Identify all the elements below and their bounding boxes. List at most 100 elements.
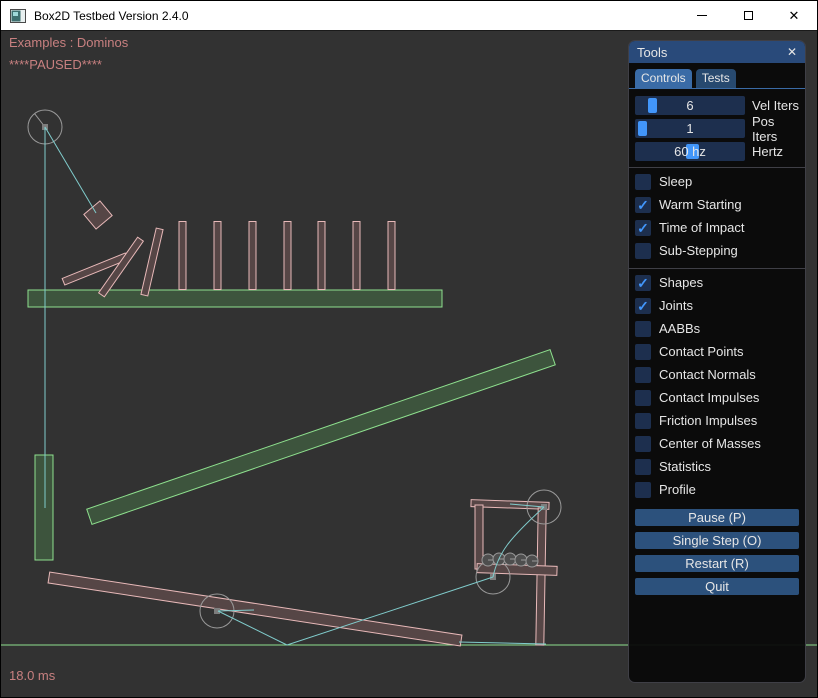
checkbox-contact-impulses[interactable] [635, 390, 651, 406]
panel-close-icon[interactable]: ✕ [787, 45, 797, 59]
check-row-friction-impulses: Friction Impulses [635, 409, 799, 432]
domino-3 [141, 228, 163, 296]
slider-value: 1 [635, 119, 745, 138]
ball-5 [526, 555, 538, 567]
pause-p-button[interactable]: Pause (P) [635, 509, 799, 526]
check-label: Shapes [659, 275, 703, 290]
check-label: Time of Impact [659, 220, 744, 235]
domino-platform [28, 290, 442, 307]
checkbox-contact-normals[interactable] [635, 367, 651, 383]
tools-panel: Tools ✕ ControlsTests 6 Vel Iters 1 Pos Ite… [628, 40, 806, 683]
tab-tests[interactable]: Tests [696, 69, 736, 88]
check-row-center-of-masses: Center of Masses [635, 432, 799, 455]
slider-value: 6 [635, 96, 745, 115]
check-icon: ✓ [637, 198, 649, 212]
checkbox-shapes[interactable]: ✓ [635, 275, 651, 291]
titlebar[interactable]: Box2D Testbed Version 2.4.0 ✕ [1, 1, 817, 31]
single-step-o-button[interactable]: Single Step (O) [635, 532, 799, 549]
slider-hertz[interactable]: 60 hz [635, 142, 745, 161]
checkbox-group-solver: Sleep ✓ Warm Starting ✓ Time of Impact Sub-St… [635, 170, 799, 262]
check-row-warm-starting: ✓ Warm Starting [635, 193, 799, 216]
simulation-canvas[interactable]: Examples : Dominos ****PAUSED**** 18.0 m… [1, 31, 817, 697]
slider-label: Vel Iters [752, 98, 799, 113]
domino-9 [353, 222, 360, 290]
checkbox-sub-stepping[interactable] [635, 243, 651, 259]
domino-5 [214, 222, 221, 290]
check-label: Friction Impulses [659, 413, 757, 428]
window-title: Box2D Testbed Version 2.4.0 [34, 9, 189, 23]
check-row-sub-stepping: Sub-Stepping [635, 239, 799, 262]
check-row-sleep: Sleep [635, 170, 799, 193]
check-label: Statistics [659, 459, 711, 474]
check-row-profile: Profile [635, 478, 799, 501]
example-label: Examples : Dominos [9, 35, 128, 50]
separator [629, 268, 805, 269]
pendulum-bob [84, 201, 112, 229]
check-label: Sub-Stepping [659, 243, 738, 258]
slider-label: Pos Iters [752, 114, 799, 144]
checkbox-time-of-impact[interactable]: ✓ [635, 220, 651, 236]
slider-row-hertz: 60 hz Hertz [635, 142, 799, 161]
panel-body: 6 Vel Iters 1 Pos Iters 60 hz Hertz Sleep ✓ War… [629, 89, 805, 595]
check-icon: ✓ [637, 276, 649, 290]
separator [629, 167, 805, 168]
app-icon [10, 9, 26, 23]
checkbox-sleep[interactable] [635, 174, 651, 190]
frame-right-post [536, 508, 546, 645]
quit-button[interactable]: Quit [635, 578, 799, 595]
checkbox-group-draw: ✓ Shapes ✓Joints AABBs Contact Points Contact… [635, 271, 799, 501]
check-row-shapes: ✓ Shapes [635, 271, 799, 294]
panel-tabbar: ControlsTests [629, 63, 805, 89]
tools-panel-title: Tools [637, 45, 667, 60]
checkbox-profile[interactable] [635, 482, 651, 498]
domino-4 [179, 222, 186, 290]
slider-label: Hertz [752, 144, 783, 159]
left-post [35, 455, 53, 560]
window-controls: ✕ [679, 1, 817, 30]
minimize-icon [697, 15, 707, 16]
maximize-button[interactable] [725, 1, 771, 30]
check-label: Center of Masses [659, 436, 761, 451]
app-window: Box2D Testbed Version 2.4.0 ✕ Examples :… [0, 0, 818, 698]
check-label: Warm Starting [659, 197, 742, 212]
paused-label: ****PAUSED**** [9, 57, 102, 72]
checkbox-joints[interactable]: ✓ [635, 298, 651, 314]
check-row-aabbs: AABBs [635, 317, 799, 340]
check-row-contact-points: Contact Points [635, 340, 799, 363]
close-button[interactable]: ✕ [771, 1, 817, 30]
checkbox-statistics[interactable] [635, 459, 651, 475]
tab-controls[interactable]: Controls [635, 69, 692, 88]
joint-rope-bob [45, 127, 96, 213]
check-label: Contact Impulses [659, 390, 759, 405]
check-row-joints: ✓Joints [635, 294, 799, 317]
check-label: Sleep [659, 174, 692, 189]
check-label: Contact Points [659, 344, 744, 359]
maximize-icon [744, 11, 753, 20]
slider-pos-iters[interactable]: 1 [635, 119, 745, 138]
checkbox-aabbs[interactable] [635, 321, 651, 337]
ball-4 [515, 554, 527, 566]
domino-6 [249, 222, 256, 290]
slider-row-vel-iters: 6 Vel Iters [635, 96, 799, 115]
tools-panel-titlebar[interactable]: Tools ✕ [629, 41, 805, 63]
ball-3 [504, 553, 516, 565]
domino-7 [284, 222, 291, 290]
slider-group: 6 Vel Iters 1 Pos Iters 60 hz Hertz [635, 96, 799, 161]
checkbox-contact-points[interactable] [635, 344, 651, 360]
joint-ground-rope [459, 642, 546, 644]
check-row-statistics: Statistics [635, 455, 799, 478]
slider-vel-iters[interactable]: 6 [635, 96, 745, 115]
restart-r-button[interactable]: Restart (R) [635, 555, 799, 572]
check-label: AABBs [659, 321, 700, 336]
check-row-contact-normals: Contact Normals [635, 363, 799, 386]
domino-10 [388, 222, 395, 290]
checkbox-warm-starting[interactable]: ✓ [635, 197, 651, 213]
checkbox-friction-impulses[interactable] [635, 413, 651, 429]
domino-8 [318, 222, 325, 290]
check-row-contact-impulses: Contact Impulses [635, 386, 799, 409]
seesaw-plank [48, 572, 462, 646]
minimize-button[interactable] [679, 1, 725, 30]
ball-1 [482, 554, 494, 566]
check-icon: ✓ [637, 299, 649, 313]
checkbox-center-of-masses[interactable] [635, 436, 651, 452]
